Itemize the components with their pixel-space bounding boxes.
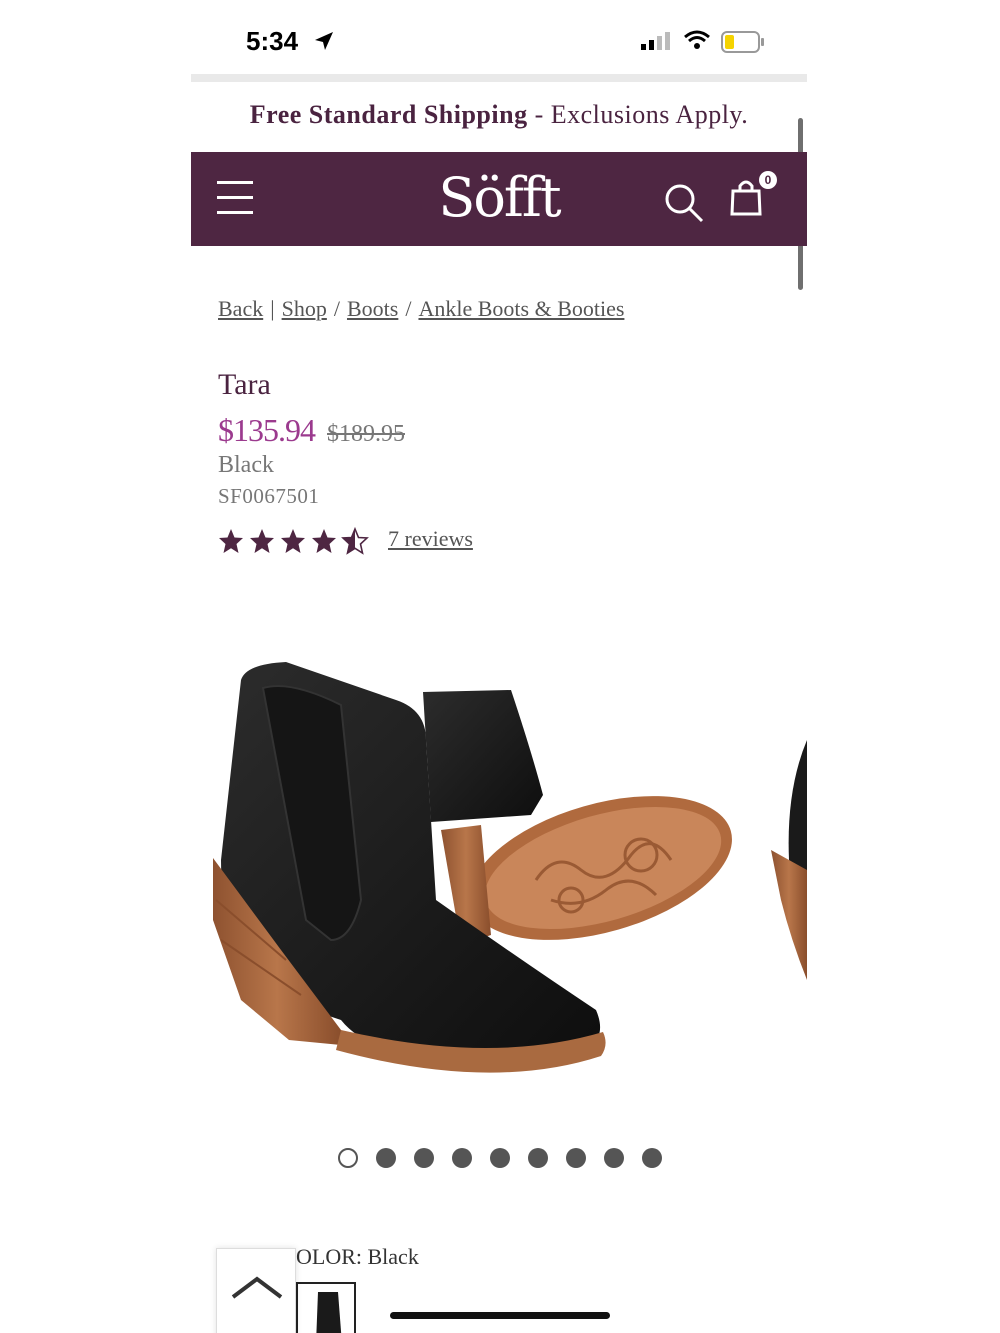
reviews-link[interactable]: 7 reviews (388, 526, 473, 552)
breadcrumb-separator: / (405, 296, 412, 321)
promo-rest-text: Exclusions Apply. (550, 100, 749, 129)
product-image-carousel[interactable] (191, 600, 807, 1120)
promo-separator: - (527, 100, 551, 129)
product-sku: SF0067501 (218, 484, 320, 508)
battery-low-icon (721, 31, 764, 53)
star-icon (219, 529, 243, 553)
sale-price: $135.94 (218, 412, 316, 448)
breadcrumb-divider: | (270, 296, 275, 321)
top-divider (191, 74, 807, 82)
product-name: Tara (218, 368, 271, 401)
promo-bold-text: Free Standard Shipping (249, 100, 528, 129)
breadcrumb-ankle-boots-link[interactable]: Ankle Boots & Booties (418, 296, 624, 321)
breadcrumb-back-link[interactable]: Back (218, 296, 263, 321)
boot-product-image (213, 662, 807, 1073)
carousel-dot[interactable] (414, 1148, 434, 1168)
cart-count-badge: 0 (759, 171, 777, 189)
carousel-dot[interactable] (376, 1148, 396, 1168)
carousel-dot[interactable] (604, 1148, 624, 1168)
home-indicator[interactable] (390, 1312, 610, 1319)
star-icon (281, 529, 305, 553)
rating-stars[interactable] (218, 526, 378, 556)
back-to-top-button[interactable] (216, 1248, 296, 1333)
wifi-icon (684, 30, 710, 49)
chevron-up-icon (231, 1276, 283, 1299)
carousel-dot[interactable] (490, 1148, 510, 1168)
breadcrumb-shop-link[interactable]: Shop (282, 296, 327, 321)
shopping-bag-icon[interactable] (729, 177, 763, 217)
status-bar: 5:34 (191, 0, 807, 76)
half-star-icon (342, 528, 368, 554)
original-price: $189.95 (327, 421, 405, 447)
cell-signal-icon (641, 32, 670, 50)
carousel-dot-active[interactable] (338, 1148, 358, 1168)
color-selector-label: OLOR: Black (296, 1244, 419, 1269)
carousel-dot[interactable] (642, 1148, 662, 1168)
swatch-boot-thumbnail (316, 1292, 342, 1333)
carousel-dot[interactable] (566, 1148, 586, 1168)
star-icon (312, 529, 336, 553)
product-color: Black (218, 452, 274, 478)
price-row: $135.94 $189.95 (218, 412, 405, 449)
star-icon (250, 529, 274, 553)
carousel-dot[interactable] (452, 1148, 472, 1168)
search-icon[interactable] (663, 182, 705, 224)
color-swatch-black[interactable] (296, 1282, 356, 1333)
brand-logo[interactable]: Söfft (191, 166, 807, 229)
carousel-dot[interactable] (528, 1148, 548, 1168)
status-time: 5:34 (246, 26, 299, 56)
promo-banner: Free Standard Shipping - Exclusions Appl… (191, 100, 807, 130)
location-arrow-icon (315, 32, 333, 50)
site-header: Söfft 0 (191, 152, 807, 246)
breadcrumb: Back | Shop / Boots / Ankle Boots & Booties (218, 296, 624, 322)
breadcrumb-separator: / (333, 296, 340, 321)
breadcrumb-boots-link[interactable]: Boots (347, 296, 398, 321)
